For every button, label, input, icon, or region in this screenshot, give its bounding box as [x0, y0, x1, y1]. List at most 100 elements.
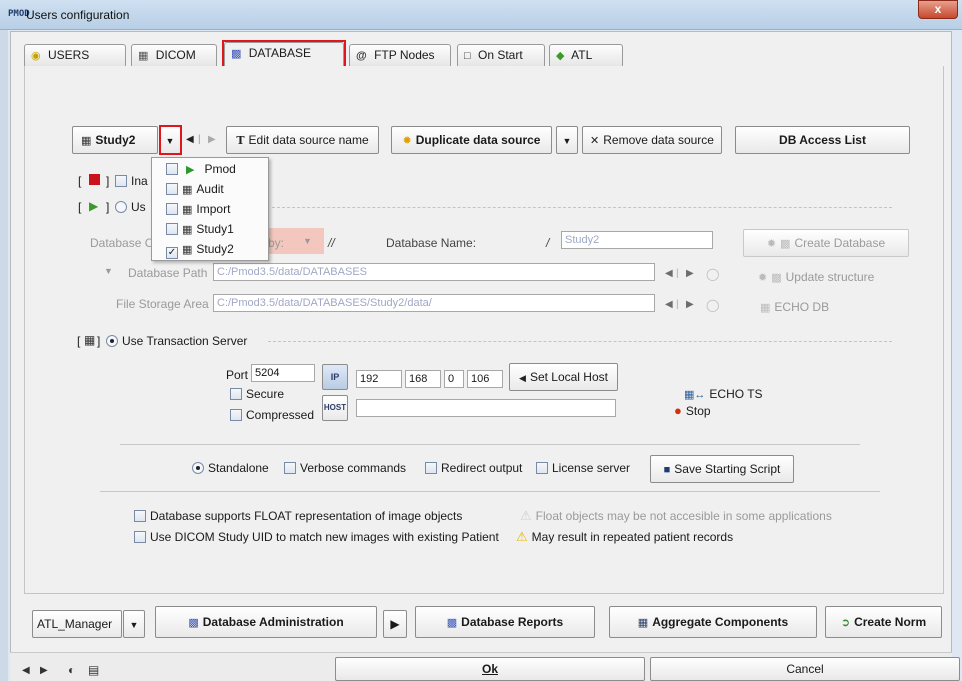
edit-name-button[interactable]: T Edit data source name — [226, 126, 379, 154]
menu-item-pmod[interactable]: ▶ Pmod — [166, 160, 236, 178]
create-norm-button[interactable]: ➲ Create Norm — [825, 606, 942, 638]
link-icon[interactable]: ◯ — [706, 267, 719, 281]
datasource-selector[interactable]: ▦ Study2 — [72, 126, 158, 154]
host-button[interactable]: HOST — [322, 395, 348, 421]
inactive-checkbox[interactable] — [115, 175, 127, 187]
db-reports-button[interactable]: ▩ Database Reports — [415, 606, 595, 638]
db-administration-button[interactable]: ▩ Database Administration — [155, 606, 377, 638]
license-checkbox[interactable] — [536, 462, 548, 474]
transaction-server-radio[interactable] — [106, 335, 118, 347]
stop-button[interactable]: ● Stop — [674, 403, 711, 418]
separator-icon: | — [676, 299, 679, 310]
atl-manager-select[interactable]: ATL_Manager — [32, 610, 122, 638]
compressed-option[interactable]: Compressed — [230, 408, 314, 422]
set-local-host-button[interactable]: ◀ Set Local Host — [509, 363, 618, 391]
db-access-list-button[interactable]: DB Access List — [735, 126, 910, 154]
close-window-button[interactable]: x — [918, 0, 958, 19]
license-option[interactable]: License server — [536, 461, 630, 475]
tab-ftp-nodes[interactable]: @ FTP Nodes — [349, 44, 451, 66]
duplicate-button[interactable]: ✹ Duplicate data source — [391, 126, 552, 154]
tab-users[interactable]: ◉ USERS — [24, 44, 126, 66]
create-database-button[interactable]: ✹ ▩ Create Database — [743, 229, 909, 257]
standalone-radio[interactable] — [192, 462, 204, 474]
ip-octet-1[interactable]: 192 — [356, 370, 402, 388]
dicom-uid-option[interactable]: Use DICOM Study UID to match new images … — [134, 530, 499, 544]
aggregate-icon: ▦ — [637, 617, 649, 629]
db-path-input[interactable]: C:/Pmod3.5/data/DATABASES — [213, 263, 655, 281]
tab-dicom[interactable]: ▦ DICOM — [131, 44, 217, 66]
ip-octet-2[interactable]: 168 — [405, 370, 441, 388]
menu-item-checkbox[interactable] — [166, 163, 178, 175]
menu-item-label: Import — [196, 202, 231, 216]
use-db-radio[interactable] — [115, 201, 127, 213]
verbose-option[interactable]: Verbose commands — [284, 461, 406, 475]
snapshot-icon[interactable]: ◐ — [68, 663, 75, 677]
separator-icon: | — [676, 268, 679, 279]
database-icon: ▩ — [780, 238, 791, 250]
bracket-open-2: [ — [78, 200, 82, 214]
redirect-checkbox[interactable] — [425, 462, 437, 474]
secure-option[interactable]: Secure — [230, 387, 284, 401]
aggregate-button[interactable]: ▦ Aggregate Components — [609, 606, 817, 638]
remove-button[interactable]: ✕ Remove data source — [582, 126, 722, 154]
ip-octet-3[interactable]: 0 — [444, 370, 464, 388]
compressed-checkbox[interactable] — [230, 409, 242, 421]
standalone-option[interactable]: Standalone — [192, 461, 269, 475]
next-arrow-icon[interactable]: ▶ — [208, 134, 216, 145]
next-arrow-icon[interactable]: ▶ — [686, 268, 694, 279]
next-arrow-icon[interactable]: ▶ — [686, 299, 694, 310]
echo-icon: ▦↔ — [684, 389, 706, 401]
notes-icon[interactable]: ▤ — [88, 663, 99, 677]
transaction-server-option[interactable]: Use Transaction Server — [106, 334, 247, 348]
float-option[interactable]: Database supports FLOAT representation o… — [134, 509, 462, 523]
menu-item-checkbox[interactable] — [166, 223, 178, 235]
tab-atl[interactable]: ◆ ATL — [549, 44, 623, 66]
cancel-button[interactable]: Cancel — [650, 657, 960, 681]
db-name-input[interactable]: Study2 — [561, 231, 713, 249]
storage-input[interactable]: C:/Pmod3.5/data/DATABASES/Study2/data/ — [213, 294, 655, 312]
link-icon[interactable]: ◯ — [706, 298, 719, 312]
chevron-down-icon: ▼ — [303, 236, 312, 246]
echo-ts-button[interactable]: ▦↔ ECHO TS — [684, 387, 763, 401]
datasource-icon: ▦ — [81, 135, 92, 147]
compressed-label: Compressed — [246, 408, 315, 422]
echo-db-button[interactable]: ▦ ECHO DB — [760, 300, 829, 314]
stop-label: Stop — [685, 404, 711, 418]
menu-item-study2[interactable]: ✓ ▦ Study2 — [166, 240, 234, 259]
prev-arrow-icon[interactable]: ◀ — [665, 268, 673, 279]
play-menu-button[interactable]: ▶ — [383, 610, 407, 638]
redirect-option[interactable]: Redirect output — [425, 461, 522, 475]
float-checkbox[interactable] — [134, 510, 146, 522]
prev-arrow-icon[interactable]: ◀ — [186, 134, 194, 145]
tab-on-start[interactable]: □ On Start — [457, 44, 545, 66]
save-script-button[interactable]: ■ Save Starting Script — [650, 455, 794, 483]
verbose-checkbox[interactable] — [284, 462, 296, 474]
ip-lookup-button[interactable]: IP — [322, 364, 348, 390]
divider — [272, 207, 892, 208]
sparkle-icon: ✹ — [402, 135, 412, 147]
dicom-uid-checkbox[interactable] — [134, 531, 146, 543]
atl-manager-value: ATL_Manager — [37, 617, 113, 631]
ok-button[interactable]: Ok — [335, 657, 645, 681]
chevron-down-icon: ▼ — [562, 136, 572, 146]
prev-arrow-icon[interactable]: ◀ — [22, 665, 30, 676]
update-structure-button[interactable]: ✹ ▩ Update structure — [758, 270, 874, 284]
menu-item-study1[interactable]: ▦ Study1 — [166, 220, 234, 238]
use-db-option[interactable]: Us — [115, 200, 146, 214]
secure-checkbox[interactable] — [230, 388, 242, 400]
host-input[interactable] — [356, 399, 616, 417]
menu-item-checkbox[interactable]: ✓ — [166, 247, 178, 259]
save-script-label: Save Starting Script — [674, 462, 781, 476]
menu-item-checkbox[interactable] — [166, 183, 178, 195]
ip-octet-4[interactable]: 106 — [467, 370, 503, 388]
edit-name-label: Edit data source name — [248, 133, 369, 147]
menu-item-checkbox[interactable] — [166, 203, 178, 215]
atl-manager-dropdown[interactable]: ▼ — [123, 610, 145, 638]
next-arrow-icon[interactable]: ▶ — [40, 665, 48, 676]
prev-arrow-icon[interactable]: ◀ — [665, 299, 673, 310]
port-input[interactable]: 5204 — [251, 364, 315, 382]
inactive-option[interactable]: Ina — [115, 174, 148, 188]
duplicate-dropdown-button[interactable]: ▼ — [556, 126, 578, 154]
menu-item-audit[interactable]: ▦ Audit — [166, 180, 224, 198]
menu-item-import[interactable]: ▦ Import — [166, 200, 230, 218]
